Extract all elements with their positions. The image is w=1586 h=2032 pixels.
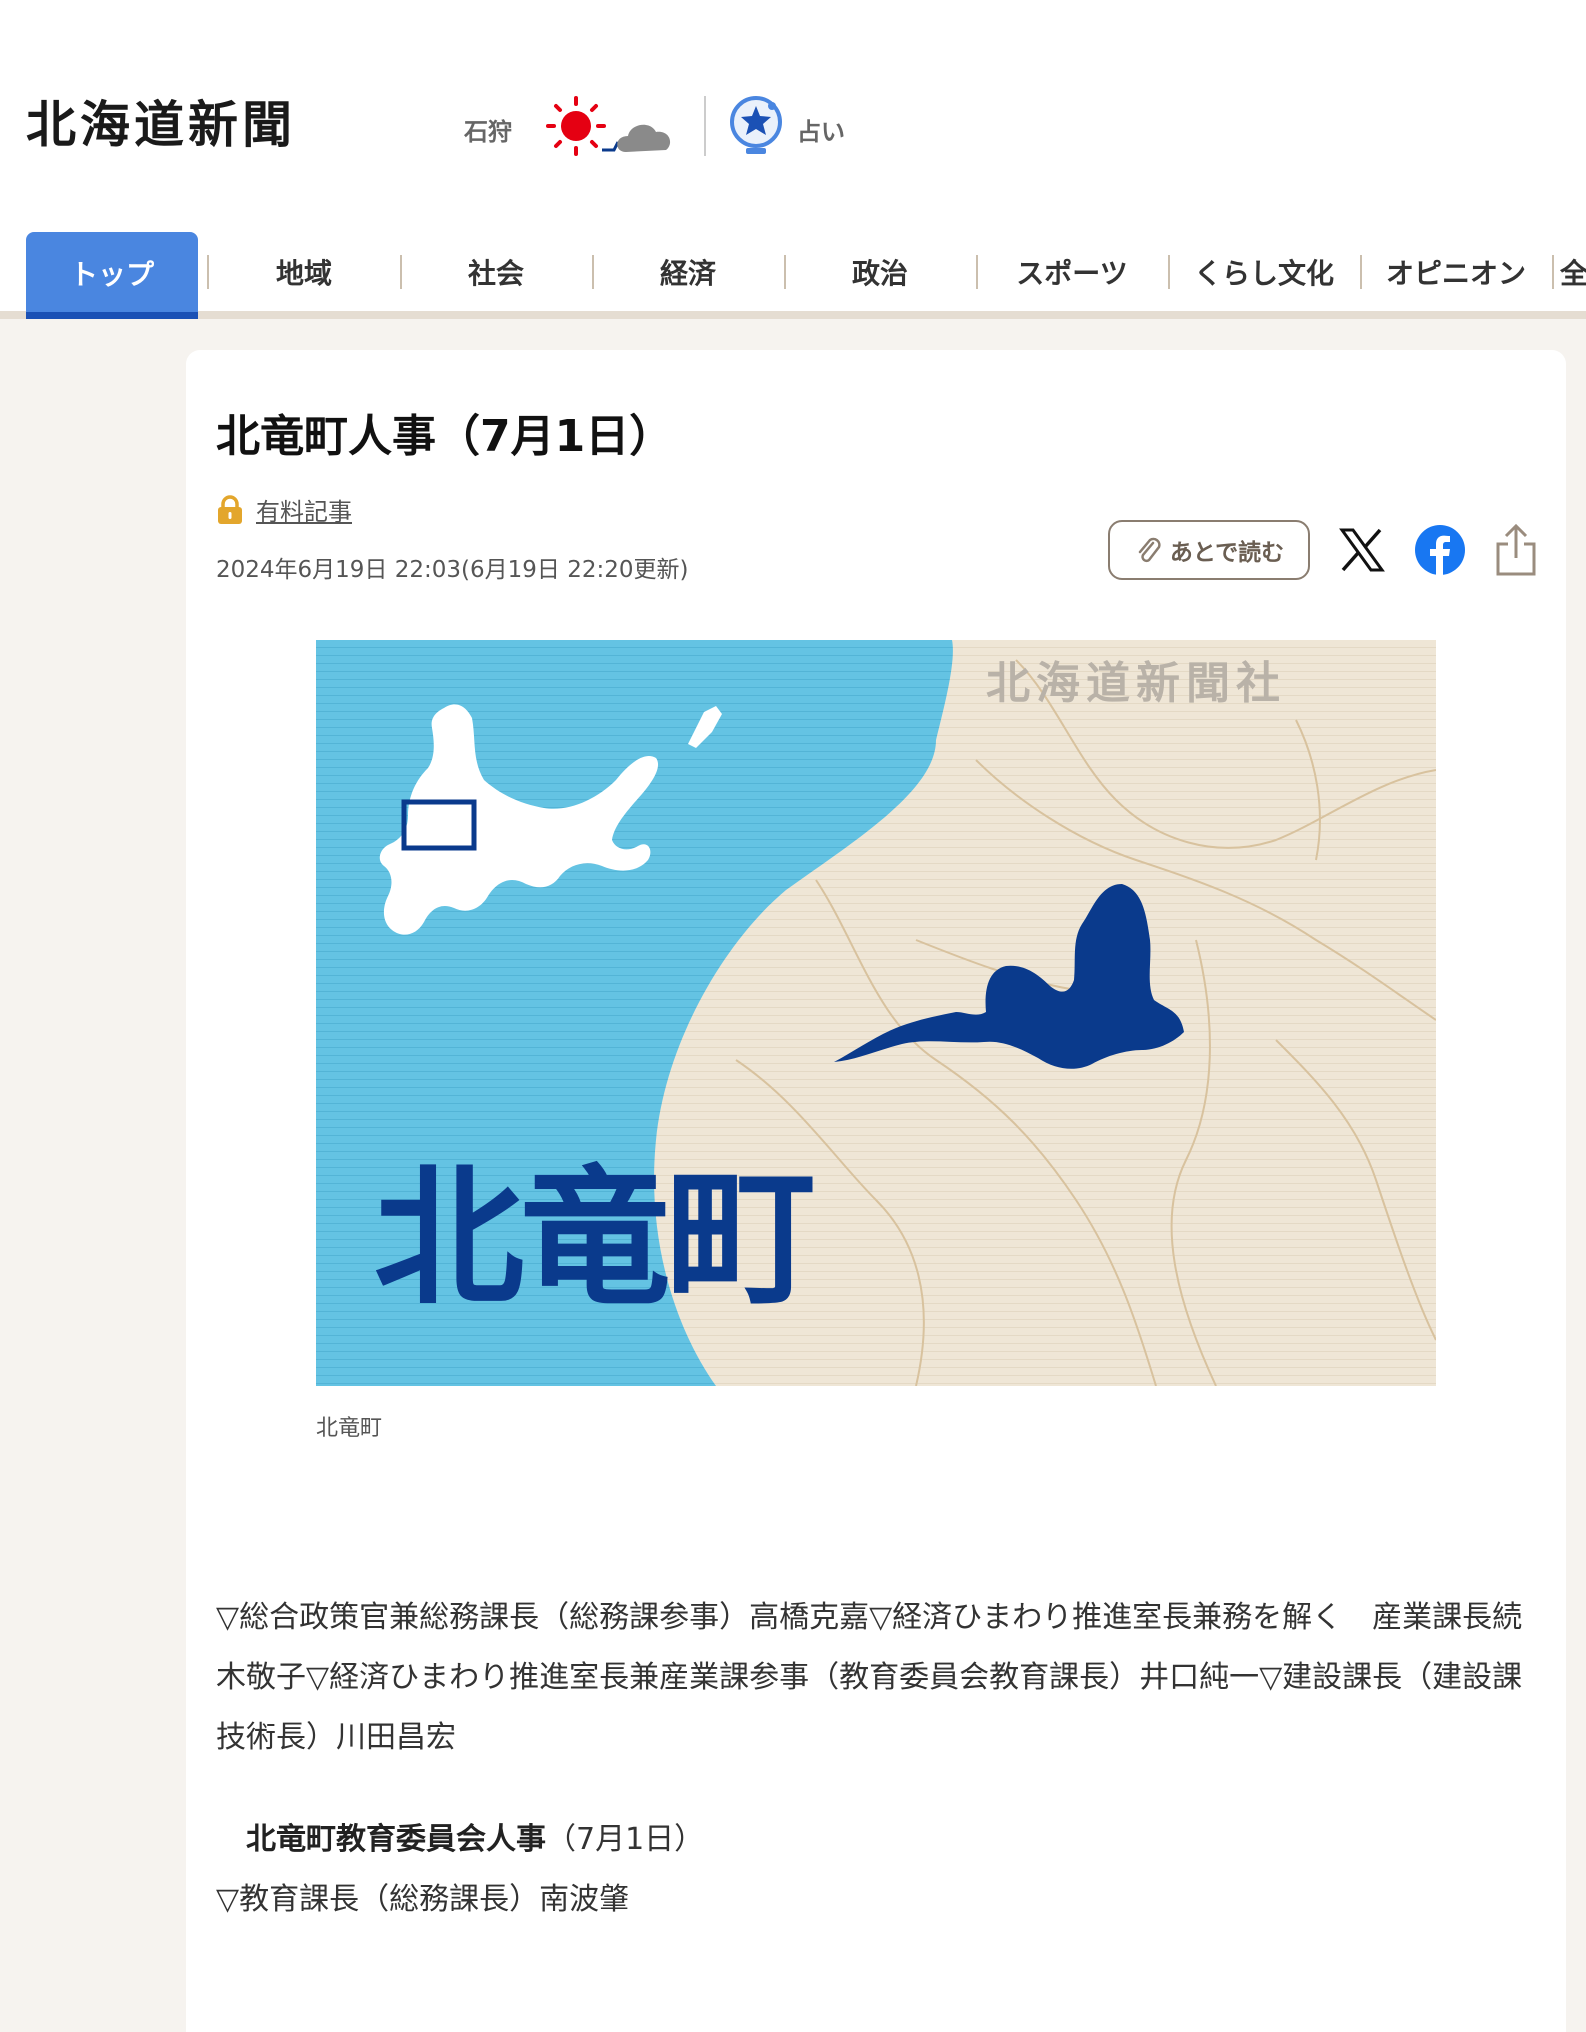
tab-sports[interactable]: スポーツ [976, 232, 1168, 312]
share-icon[interactable] [1494, 522, 1538, 578]
x-icon[interactable] [1338, 522, 1386, 578]
paid-article-badge[interactable]: 有料記事 [216, 492, 352, 527]
lock-icon [218, 494, 242, 524]
facebook-icon[interactable] [1414, 524, 1466, 576]
subheading-title: 北竜町教育委員会人事 [246, 1822, 546, 1857]
weather-region[interactable]: 石狩 [464, 112, 512, 147]
tab-lifestyle[interactable]: くらし文化 [1168, 232, 1360, 312]
nav-underline [0, 311, 1586, 319]
tab-opinion[interactable]: オピニオン [1360, 232, 1552, 312]
publish-date: 2024年6月19日 22:03(6月19日 22:20更新) [216, 557, 689, 583]
read-later-button[interactable]: あとで読む [1108, 520, 1310, 580]
article-body-2: ▽教育課長（総務課長）南波肇 [216, 1882, 630, 1917]
read-later-label: あとで読む [1169, 540, 1285, 566]
paid-article-label[interactable]: 有料記事 [256, 492, 352, 527]
tab-all[interactable]: 全 [1560, 232, 1586, 312]
tab-economy[interactable]: 経済 [592, 232, 784, 312]
image-caption: 北竜町 [316, 1416, 383, 1441]
article-body: ▽総合政策官兼総務課長（総務課参事）高橋克嘉▽経済ひまわり推進室長兼務を解く 産… [216, 1600, 1523, 1755]
nav-separator [1552, 255, 1554, 289]
map-watermark: 北海道新聞社 [986, 658, 1286, 709]
tab-society[interactable]: 社会 [400, 232, 592, 312]
article-subheading: 北竜町教育委員会人事（7月1日） [216, 1810, 704, 1870]
sun-icon [546, 96, 606, 156]
category-nav: トップ 地域 社会 経済 政治 スポーツ くらし文化 オピニオン 全 [0, 232, 1586, 319]
article-image[interactable]: 北海道新聞社 北竜町 [316, 640, 1436, 1386]
header-divider [704, 96, 706, 156]
weather-widget[interactable] [544, 92, 686, 162]
site-logo[interactable]: 北海道新聞 [26, 95, 296, 155]
site-header: 北海道新聞 石狩 占い [0, 0, 1586, 232]
tab-politics[interactable]: 政治 [784, 232, 976, 312]
paperclip-icon [1138, 537, 1161, 563]
tab-top[interactable]: トップ [26, 232, 198, 319]
fortune-label[interactable]: 占い [797, 112, 845, 147]
tab-region[interactable]: 地域 [208, 232, 400, 312]
article-title: 北竜町人事（7月1日） [216, 411, 674, 462]
subheading-date: （7月1日） [546, 1822, 705, 1857]
cloud-icon [617, 124, 671, 152]
map-town-label: 北竜町 [374, 1152, 813, 1326]
fortune-icon[interactable] [726, 92, 788, 158]
